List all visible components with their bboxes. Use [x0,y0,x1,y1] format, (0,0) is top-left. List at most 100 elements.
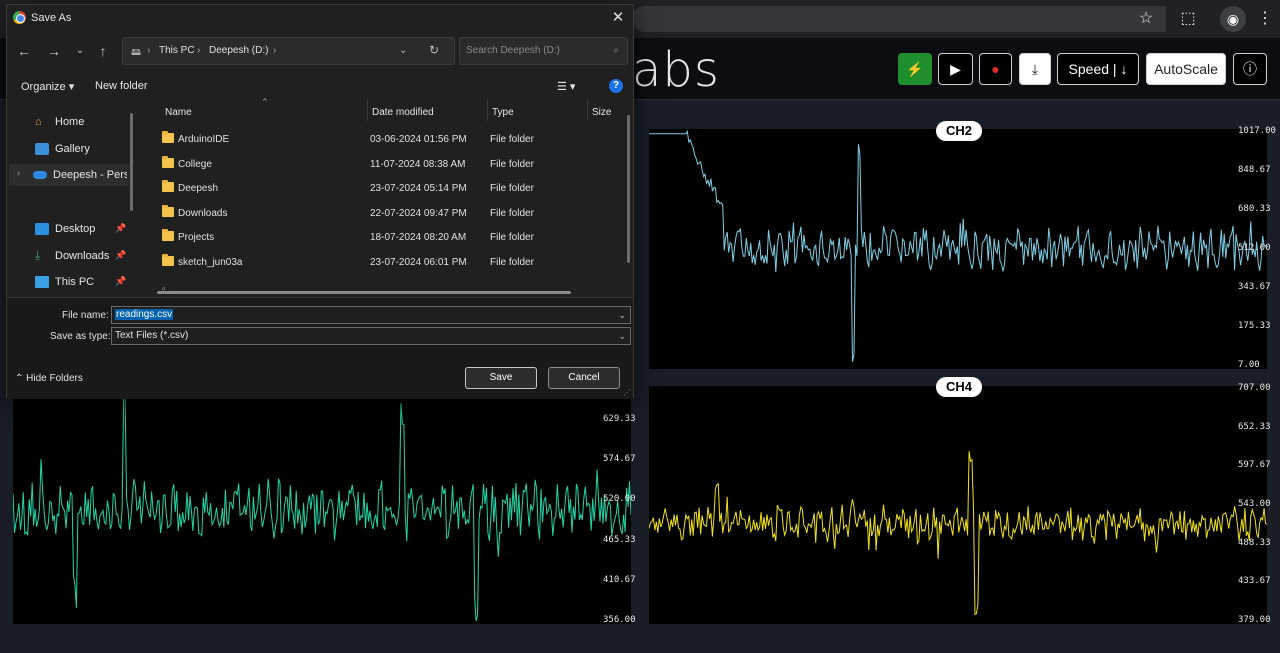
file-row[interactable]: Projects 18-07-2024 08:20 AM File folder [149,226,625,250]
menu-icon[interactable]: ⋮ [1254,8,1276,30]
chevron-down-icon[interactable]: ⌄ [618,328,626,344]
axis-tick-label: 512.00 [1238,243,1271,253]
axis-tick-label: 543.00 [1238,499,1271,509]
save-button[interactable]: Save [465,367,537,389]
autoscale-button[interactable]: AutoScale [1146,53,1226,85]
nav-item-this-pc[interactable]: This PC 📌 [11,271,129,293]
chart-ch2 [649,129,1267,369]
onedrive-cloud-icon [33,171,47,179]
axis-tick-label: 652.33 [1238,421,1271,432]
search-input[interactable]: Search Deepesh (D:) ⌕ [459,37,628,65]
refresh-icon[interactable]: ↻ [429,43,439,57]
file-row[interactable]: ArduinoIDE 03-06-2024 01:56 PM File folder [149,128,625,152]
forward-arrow-icon[interactable]: → [45,42,63,60]
signal-trace [649,451,1267,616]
profile-avatar[interactable]: ◉ [1220,6,1246,32]
command-bar: Organize ▾ New folder ☰ ▾ ? [7,73,633,99]
pin-icon: 📌 [115,250,127,260]
file-name: ArduinoIDE [178,134,230,145]
file-name: Deepesh [178,183,219,195]
file-date: 23-07-2024 05:14 PM [370,183,467,195]
nav-item-desktop[interactable]: Desktop 📌 [11,218,129,240]
file-row[interactable]: sketch_jun03a 23-07-2024 06:01 PM File fol… [149,251,625,275]
download-arrow-icon: ⤓ [35,248,41,262]
star-icon[interactable]: ☆ [1135,8,1157,30]
column-header-size[interactable]: Size [592,107,611,118]
play-button[interactable]: ▶ [938,53,973,85]
chevron-down-icon[interactable]: ⌄ [618,307,626,323]
folder-icon [162,254,174,266]
chevron-down-icon[interactable]: ⌄ [399,45,407,56]
nav-item-gallery[interactable]: Gallery [11,138,129,160]
file-row[interactable]: Downloads 22-07-2024 09:47 PM File folder [149,202,625,226]
navigation-bar: ← → ⌄ ↑ 🖴 › This PC › Deepesh (D:) › ⌄ ↻… [7,35,633,67]
axis-tick-label: 175.33 [1238,321,1271,331]
gallery-icon [35,143,49,155]
axis-tick-label: 707.00 [1238,383,1271,393]
dialog-titlebar: Save As ✕ [7,5,633,31]
nav-item-onedrive[interactable]: › Deepesh - Perso [9,164,129,186]
help-icon[interactable]: ? [609,79,623,93]
cancel-button[interactable]: Cancel [548,367,620,389]
column-header-date[interactable]: Date modified [372,107,434,118]
speed-button[interactable]: Speed | ↓ [1057,53,1139,85]
monitor-icon [35,276,49,288]
axis-tick-label: 629.33 [603,414,636,424]
breadcrumb-drive[interactable]: Deepesh (D:) [209,45,268,56]
file-list-scrollbar[interactable] [627,115,630,263]
nav-item-home[interactable]: ⌂ Home [11,111,129,133]
chevron-right-icon[interactable]: › [17,168,20,178]
desktop-icon [35,223,49,235]
file-row[interactable]: College 11-07-2024 08:38 AM File folder [149,153,625,177]
save-type-select[interactable]: Text Files (*.csv) ⌄ [111,327,631,345]
back-arrow-icon[interactable]: ← [15,42,33,60]
horizontal-scrollbar[interactable] [157,291,571,294]
axis-tick-label: 465.33 [603,534,636,545]
nav-scrollbar[interactable] [130,113,133,211]
folder-icon [162,229,174,242]
up-arrow-icon[interactable]: ↑ [94,42,112,60]
column-header-type[interactable]: Type [492,107,514,118]
file-row[interactable]: Deepesh 23-07-2024 05:14 PM File folder [149,177,625,201]
file-name-input[interactable]: readings.csv ⌄ [111,306,631,324]
recent-locations-icon[interactable]: ⌄ [71,42,89,60]
hide-folders-toggle[interactable]: ⌃ Hide Folders [15,373,83,384]
axis-tick-label: 848.67 [1238,165,1271,175]
signal-trace [649,129,1267,362]
address-breadcrumb[interactable]: 🖴 › This PC › Deepesh (D:) › ⌄ ↻ [122,37,455,65]
file-name: sketch_jun03a [178,257,243,268]
nav-item-downloads[interactable]: ⤓ Downloads 📌 [11,245,129,267]
column-header-name[interactable]: Name [165,107,192,118]
chart-ch4 [649,386,1267,624]
search-icon: ⌕ [613,45,619,56]
view-options-icon[interactable]: ☰ ▾ [557,80,575,93]
usb-connect-button[interactable]: ⚡ [898,53,932,85]
file-date: 23-07-2024 06:01 PM [370,257,467,268]
extensions-icon[interactable]: ⬚ [1177,8,1199,30]
close-icon[interactable]: ✕ [609,9,627,27]
axis-tick-label: 597.67 [1238,460,1271,471]
new-folder-button[interactable]: New folder [95,80,148,92]
record-button[interactable]: ● [979,53,1012,85]
chrome-logo-icon [13,11,26,24]
axis-tick-label: 520.00 [603,494,636,505]
sort-up-icon: ^ [263,97,267,106]
address-bar[interactable] [632,6,1166,32]
file-date: 11-07-2024 08:38 AM [370,158,466,170]
resize-grip-icon[interactable]: ⋰ [623,388,631,397]
file-name-label: File name: [62,310,109,321]
info-button[interactable]: ⓘ [1233,53,1267,85]
folder-icon [162,204,174,217]
axis-tick-label: 1017.00 [1238,126,1276,136]
breadcrumb-this-pc[interactable]: This PC [159,45,195,56]
folder-icon [162,155,174,168]
file-type: File folder [490,134,534,145]
axis-tick-label: 379.00 [1238,615,1271,625]
folder-icon [162,180,174,193]
download-button[interactable]: ⤓ [1019,53,1051,85]
organize-menu[interactable]: Organize ▾ [21,80,74,93]
axis-tick-label: 574.67 [603,454,636,465]
save-type-label: Save as type: [50,331,111,342]
signal-trace [13,397,631,622]
file-type: File folder [490,183,534,195]
